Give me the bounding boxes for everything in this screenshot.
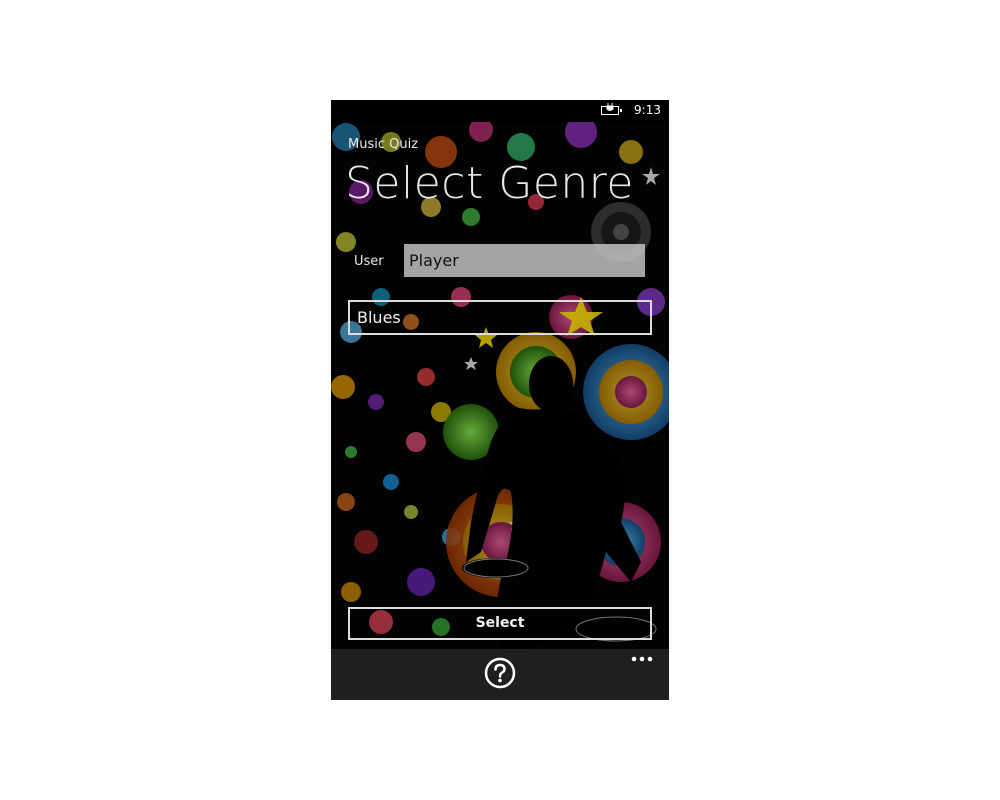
- page-title: Select Genre: [345, 158, 634, 209]
- user-input[interactable]: Player: [404, 244, 645, 277]
- genre-picker[interactable]: Blues: [348, 300, 652, 335]
- phone-screen: 9:13 Music Quiz Select Genre User Player…: [331, 100, 669, 700]
- status-clock: 9:13: [634, 103, 661, 117]
- question-circle-icon[interactable]: [484, 657, 516, 689]
- select-button[interactable]: Select: [348, 607, 652, 640]
- battery-charging-icon: [601, 103, 622, 115]
- app-bar: [331, 649, 669, 700]
- app-title: Music Quiz: [348, 137, 419, 152]
- ellipsis-icon[interactable]: [631, 651, 653, 665]
- status-bar: 9:13: [331, 100, 669, 122]
- user-label: User: [354, 254, 384, 269]
